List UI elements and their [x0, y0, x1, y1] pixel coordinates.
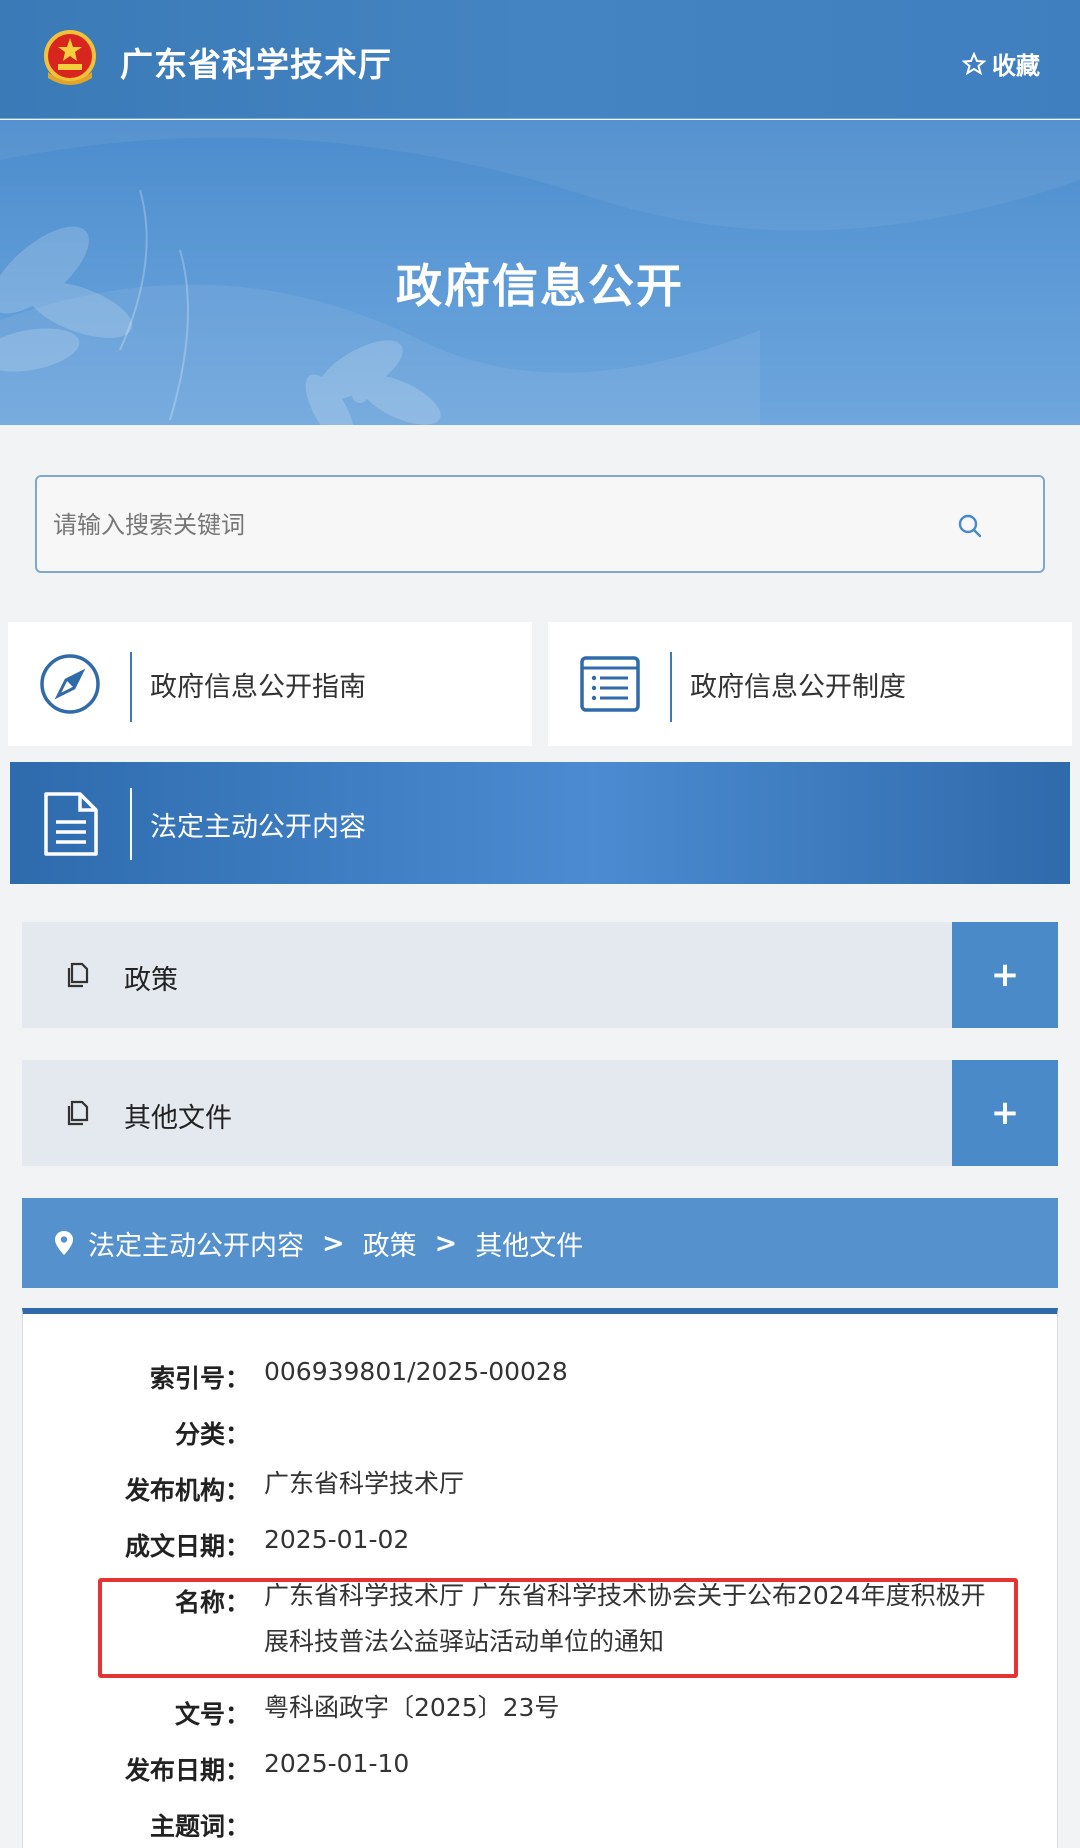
detail-key: 文号：	[174, 1700, 250, 1729]
breadcrumb-item[interactable]: 其他文件	[475, 1224, 583, 1263]
accordion-label: 其他文件	[124, 1103, 232, 1134]
breadcrumb-item[interactable]: 法定主动公开内容	[88, 1224, 304, 1263]
site-header: 广东省科学技术厅 收藏	[0, 0, 1080, 119]
breadcrumb: 法定主动公开内容 > 政策 > 其他文件	[22, 1198, 1058, 1288]
breadcrumb-separator: >	[322, 1227, 345, 1259]
list-icon	[580, 656, 640, 712]
breadcrumb-item[interactable]: 政策	[363, 1224, 417, 1263]
search-box[interactable]	[35, 475, 1045, 573]
detail-key: 索引号：	[149, 1364, 250, 1393]
search-icon[interactable]	[957, 513, 983, 539]
guide-card[interactable]: 政府信息公开指南	[8, 622, 532, 746]
divider	[130, 788, 132, 860]
system-label: 政府信息公开制度	[690, 672, 906, 703]
active-section-label: 法定主动公开内容	[150, 812, 366, 843]
detail-value: 2025-01-10	[264, 1749, 410, 1778]
banner-title: 政府信息公开	[396, 259, 684, 313]
detail-key: 分类：	[174, 1420, 250, 1449]
compass-icon	[40, 654, 100, 714]
detail-value: 2025-01-02	[264, 1525, 410, 1554]
guide-label: 政府信息公开指南	[150, 672, 366, 703]
system-card[interactable]: 政府信息公开制度	[548, 622, 1072, 746]
site-title[interactable]: 广东省科学技术厅	[120, 38, 392, 86]
detail-value: 006939801/2025-00028	[264, 1357, 568, 1386]
detail-value: 粤科函政字〔2025〕23号	[264, 1693, 560, 1722]
location-pin-icon	[55, 1231, 73, 1255]
detail-value: 广东省科学技术厅	[264, 1469, 465, 1498]
red-highlight-box	[98, 1578, 1018, 1678]
accordion-label: 政策	[124, 965, 178, 996]
divider	[670, 652, 672, 722]
file-copy-icon	[67, 1100, 89, 1126]
file-copy-icon	[67, 962, 89, 988]
detail-key: 发布机构：	[124, 1476, 250, 1505]
accordion-other-files[interactable]: 其他文件 +	[22, 1060, 1058, 1166]
national-emblem-icon	[44, 30, 96, 85]
search-input[interactable]	[53, 503, 953, 547]
star-icon	[962, 51, 986, 75]
document-icon	[44, 792, 98, 856]
breadcrumb-separator: >	[434, 1227, 458, 1259]
favorite-label: 收藏	[992, 52, 1040, 80]
expand-button[interactable]: +	[952, 1060, 1058, 1166]
active-section-tab[interactable]: 法定主动公开内容	[10, 762, 1070, 884]
banner: 政府信息公开	[0, 120, 1080, 425]
accordion-policy[interactable]: 政策 +	[22, 922, 1058, 1028]
detail-key: 成文日期：	[124, 1532, 250, 1561]
expand-button[interactable]: +	[952, 922, 1058, 1028]
detail-key: 发布日期：	[124, 1756, 250, 1785]
detail-key: 主题词：	[149, 1812, 250, 1841]
favorite-button[interactable]: 收藏	[962, 46, 1040, 81]
divider	[130, 652, 132, 722]
